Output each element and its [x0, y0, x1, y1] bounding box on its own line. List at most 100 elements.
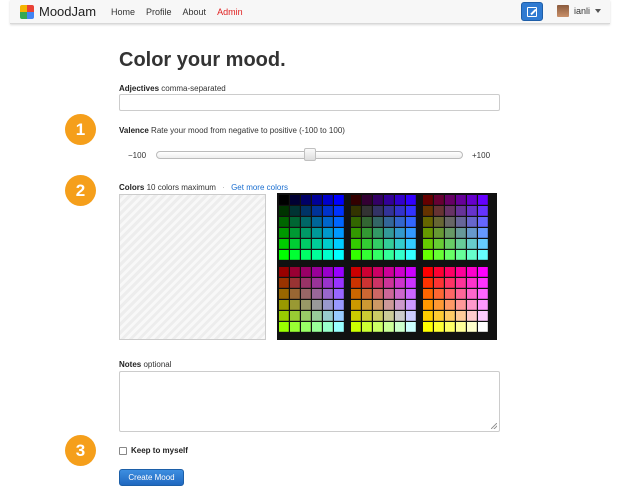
color-swatch[interactable]	[434, 322, 444, 332]
color-swatch[interactable]	[467, 278, 477, 288]
color-swatch[interactable]	[290, 311, 300, 321]
color-swatch[interactable]	[279, 228, 289, 238]
color-swatch[interactable]	[312, 206, 322, 216]
get-more-colors-link[interactable]: Get more colors	[231, 183, 288, 192]
color-swatch[interactable]	[434, 267, 444, 277]
color-swatch[interactable]	[334, 195, 344, 205]
color-swatch[interactable]	[406, 300, 416, 310]
color-swatch[interactable]	[334, 250, 344, 260]
color-swatch[interactable]	[290, 267, 300, 277]
color-swatch[interactable]	[312, 300, 322, 310]
color-swatch[interactable]	[351, 300, 361, 310]
nav-link-profile[interactable]: Profile	[146, 7, 172, 17]
color-swatch[interactable]	[373, 311, 383, 321]
color-swatch[interactable]	[445, 311, 455, 321]
color-swatch[interactable]	[445, 289, 455, 299]
color-swatch[interactable]	[301, 300, 311, 310]
color-swatch[interactable]	[279, 278, 289, 288]
color-swatch[interactable]	[279, 322, 289, 332]
color-swatch[interactable]	[445, 250, 455, 260]
color-swatch[interactable]	[373, 322, 383, 332]
color-swatch[interactable]	[301, 311, 311, 321]
color-swatch[interactable]	[323, 278, 333, 288]
color-swatch[interactable]	[351, 206, 361, 216]
color-swatch[interactable]	[467, 289, 477, 299]
color-swatch[interactable]	[301, 322, 311, 332]
color-swatch[interactable]	[362, 300, 372, 310]
adjectives-input[interactable]	[119, 94, 500, 111]
color-swatch[interactable]	[478, 250, 488, 260]
color-swatch[interactable]	[445, 206, 455, 216]
color-swatch[interactable]	[323, 267, 333, 277]
color-swatch[interactable]	[323, 217, 333, 227]
color-swatch[interactable]	[434, 278, 444, 288]
color-swatch[interactable]	[279, 250, 289, 260]
color-swatch[interactable]	[406, 311, 416, 321]
color-swatch[interactable]	[351, 239, 361, 249]
color-swatch[interactable]	[334, 289, 344, 299]
color-swatch[interactable]	[467, 250, 477, 260]
color-swatch[interactable]	[456, 250, 466, 260]
color-swatch[interactable]	[423, 206, 433, 216]
color-swatch[interactable]	[434, 228, 444, 238]
color-swatch[interactable]	[445, 217, 455, 227]
color-swatch[interactable]	[362, 267, 372, 277]
color-swatch[interactable]	[445, 300, 455, 310]
color-swatch[interactable]	[351, 278, 361, 288]
color-swatch[interactable]	[312, 228, 322, 238]
color-swatch[interactable]	[312, 217, 322, 227]
color-swatch[interactable]	[478, 278, 488, 288]
resize-grip-icon[interactable]	[491, 423, 497, 429]
color-swatch[interactable]	[312, 195, 322, 205]
color-swatch[interactable]	[423, 311, 433, 321]
color-swatch[interactable]	[323, 250, 333, 260]
color-swatch[interactable]	[423, 195, 433, 205]
color-swatch[interactable]	[406, 239, 416, 249]
color-swatch[interactable]	[312, 239, 322, 249]
color-swatch[interactable]	[362, 278, 372, 288]
color-swatch[interactable]	[395, 239, 405, 249]
color-swatch[interactable]	[423, 289, 433, 299]
color-swatch[interactable]	[334, 278, 344, 288]
color-swatch[interactable]	[279, 300, 289, 310]
color-swatch[interactable]	[373, 278, 383, 288]
color-swatch[interactable]	[312, 289, 322, 299]
keep-private-label[interactable]: Keep to myself	[131, 446, 188, 455]
color-swatch[interactable]	[384, 289, 394, 299]
create-mood-button[interactable]: Create Mood	[119, 469, 184, 486]
color-swatch[interactable]	[362, 311, 372, 321]
color-swatch[interactable]	[290, 228, 300, 238]
keep-private-row[interactable]: Keep to myself	[119, 446, 188, 455]
color-swatch[interactable]	[373, 239, 383, 249]
color-swatch[interactable]	[301, 195, 311, 205]
color-swatch[interactable]	[373, 228, 383, 238]
color-swatch[interactable]	[467, 195, 477, 205]
color-swatch[interactable]	[351, 289, 361, 299]
color-swatch[interactable]	[423, 278, 433, 288]
color-swatch[interactable]	[395, 300, 405, 310]
color-swatch[interactable]	[384, 206, 394, 216]
color-swatch[interactable]	[423, 250, 433, 260]
color-swatch[interactable]	[478, 206, 488, 216]
color-swatch[interactable]	[478, 300, 488, 310]
color-swatch[interactable]	[351, 217, 361, 227]
color-swatch[interactable]	[423, 217, 433, 227]
color-swatch[interactable]	[406, 206, 416, 216]
color-swatch[interactable]	[456, 217, 466, 227]
color-swatch[interactable]	[279, 195, 289, 205]
color-swatch[interactable]	[351, 250, 361, 260]
color-swatch[interactable]	[434, 250, 444, 260]
color-swatch[interactable]	[434, 206, 444, 216]
color-swatch[interactable]	[290, 322, 300, 332]
color-swatch[interactable]	[334, 311, 344, 321]
color-palette-grid[interactable]	[277, 193, 497, 340]
color-swatch[interactable]	[290, 278, 300, 288]
color-swatch[interactable]	[351, 228, 361, 238]
color-swatch[interactable]	[423, 300, 433, 310]
color-swatch[interactable]	[456, 300, 466, 310]
color-swatch[interactable]	[279, 267, 289, 277]
color-swatch[interactable]	[334, 228, 344, 238]
nav-link-home[interactable]: Home	[111, 7, 135, 17]
color-swatch[interactable]	[445, 228, 455, 238]
brand[interactable]: MoodJam	[20, 4, 96, 19]
